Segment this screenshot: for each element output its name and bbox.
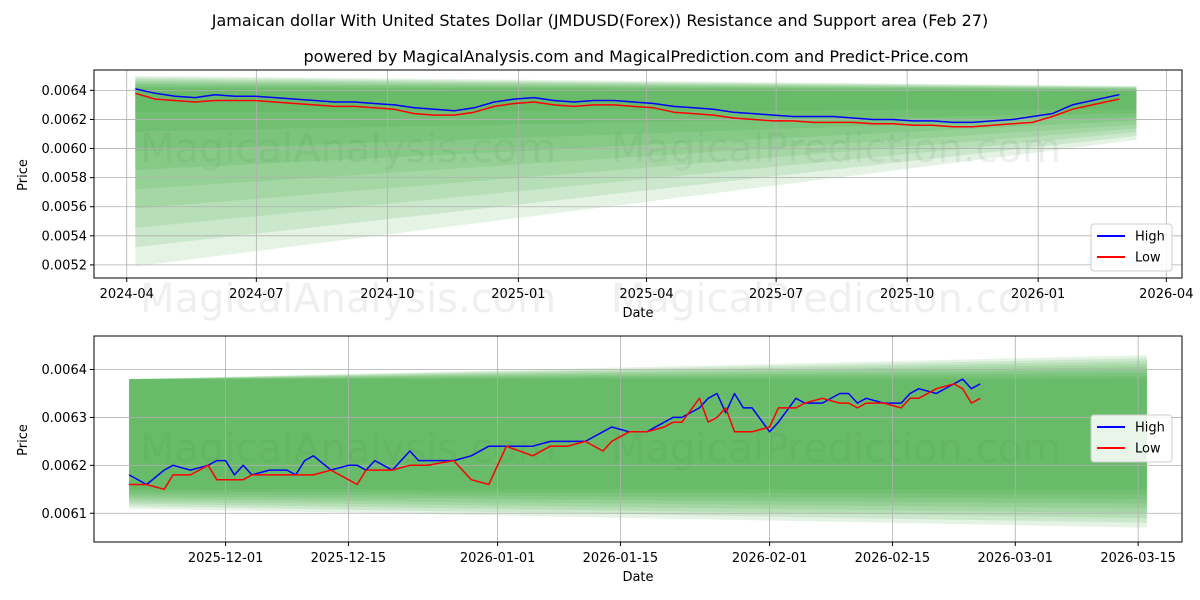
y-tick-label: 0.0064	[42, 84, 88, 99]
legend-label-low: Low	[1135, 251, 1161, 266]
y-axis-label: Price	[16, 159, 31, 191]
x-tick-label: 2025-07	[749, 287, 803, 302]
x-tick-label: 2026-04	[1139, 287, 1193, 302]
legend-label-high: High	[1135, 230, 1165, 245]
y-tick-label: 0.0056	[42, 200, 88, 215]
y-tick-label: 0.0061	[42, 507, 88, 522]
y-tick-label: 0.0064	[42, 363, 88, 378]
y-tick-label: 0.0060	[42, 142, 88, 157]
y-tick-label: 0.0063	[42, 411, 88, 426]
x-tick-label: 2026-02-01	[732, 551, 808, 566]
x-tick-label: 2026-03-15	[1100, 551, 1176, 566]
legend: High Low	[1090, 414, 1173, 463]
x-axis-label: Date	[622, 306, 653, 321]
band-layer	[129, 355, 1147, 528]
x-tick-label: 2026-02-15	[855, 551, 931, 566]
y-axis-label: Price	[16, 424, 31, 456]
x-tick-label: 2025-10	[880, 287, 934, 302]
legend-label-low: Low	[1135, 442, 1161, 457]
y-tick-label: 0.0062	[42, 459, 88, 474]
x-tick-label: 2025-12-01	[188, 551, 264, 566]
x-axis-label: Date	[622, 570, 653, 585]
x-tick-label: 2024-04	[100, 287, 154, 302]
figure: Jamaican dollar With United States Dolla…	[16, 11, 1193, 585]
x-tick-label: 2025-12-15	[311, 551, 387, 566]
x-tick-label: 2024-07	[229, 287, 283, 302]
x-tick-label: 2026-01	[1011, 287, 1065, 302]
x-tick-label: 2025-01	[491, 287, 545, 302]
x-tick-label: 2025-04	[619, 287, 673, 302]
chart-title: Jamaican dollar With United States Dolla…	[211, 11, 988, 30]
y-tick-label: 0.0058	[42, 171, 88, 186]
y-tick-label: 0.0054	[42, 229, 88, 244]
x-tick-label: 2026-01-15	[583, 551, 659, 566]
chart-subtitle: powered by MagicalAnalysis.com and Magic…	[303, 47, 968, 66]
x-tick-label: 2024-10	[360, 287, 414, 302]
watermark-prediction-mid: MagicalPrediction.com	[611, 276, 1061, 322]
legend-label-high: High	[1135, 421, 1165, 436]
support-resistance-area	[129, 355, 1147, 528]
x-tick-label: 2026-03-01	[978, 551, 1054, 566]
x-tick-label: 2026-01-01	[460, 551, 536, 566]
bottom-chart-panel: 2025-12-01 2025-12-15 2026-01-01 2026-01-15…	[16, 335, 1183, 585]
y-tick-label: 0.0052	[42, 258, 88, 273]
legend: High Low	[1090, 223, 1173, 272]
y-tick-label: 0.0062	[42, 113, 88, 128]
